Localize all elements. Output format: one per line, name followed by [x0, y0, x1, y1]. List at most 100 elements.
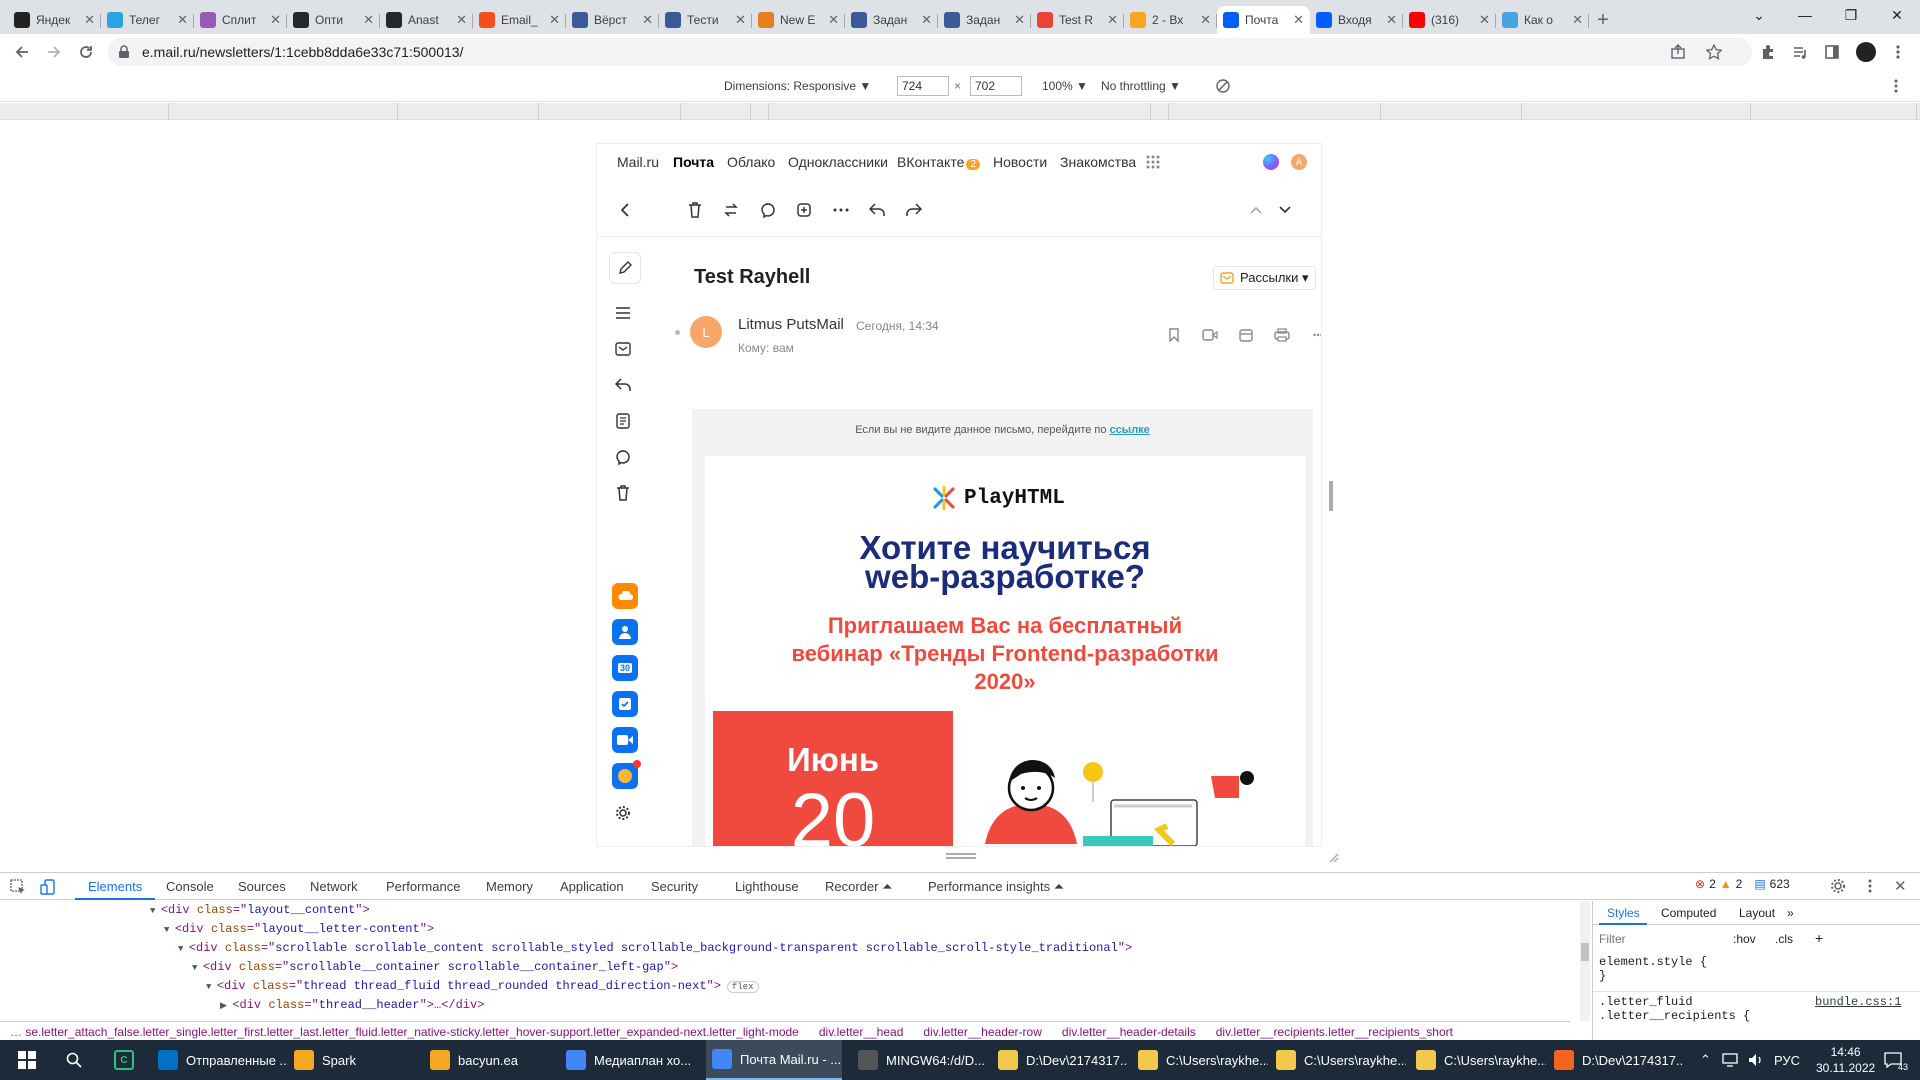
- tab-close-icon[interactable]: ✕: [363, 12, 374, 28]
- nav-oblako[interactable]: Облако: [727, 154, 775, 170]
- dom-node[interactable]: ▼ <div class="thread thread_fluid thread…: [206, 977, 759, 995]
- maximize-icon[interactable]: ❐: [1828, 0, 1874, 30]
- viewport-resize-right-handle[interactable]: [1329, 481, 1333, 511]
- device-toggle-icon[interactable]: [40, 879, 56, 895]
- delete-icon[interactable]: [683, 198, 707, 222]
- taskbar-item[interactable]: MINGW64:/d/D...: [852, 1040, 988, 1080]
- issue-counters[interactable]: ⊗ 2 ▲ 2 ▤ 623: [1695, 877, 1790, 891]
- browser-tab[interactable]: Как о ✕: [1496, 6, 1589, 34]
- tab-close-icon[interactable]: ✕: [1479, 12, 1490, 28]
- contacts-app-icon[interactable]: [612, 619, 638, 645]
- breadcrumb-item[interactable]: div.letter__head: [819, 1025, 904, 1039]
- rule-source-link[interactable]: bundle.css:1: [1815, 995, 1901, 1009]
- taskbar-item[interactable]: C:\Users\raykhe...: [1410, 1040, 1546, 1080]
- viewport-resize-bottom-handle[interactable]: [946, 853, 976, 859]
- tab-close-icon[interactable]: ✕: [177, 12, 188, 28]
- flex-badge[interactable]: flex: [726, 981, 759, 993]
- cloud-app-icon[interactable]: [612, 583, 638, 609]
- folder-dropdown[interactable]: Рассылки ▾: [1213, 266, 1316, 290]
- spam-folder-icon[interactable]: [609, 443, 637, 471]
- browser-tab[interactable]: Сплит ✕: [194, 6, 287, 34]
- styles-filter-input[interactable]: [1599, 930, 1729, 948]
- devtools-tab[interactable]: Sources: [238, 879, 286, 894]
- tab-close-icon[interactable]: ✕: [828, 12, 839, 28]
- compose-icon[interactable]: [609, 252, 641, 284]
- calendar-app-icon[interactable]: 30: [612, 655, 638, 681]
- newsletters-icon[interactable]: [609, 335, 637, 363]
- drafts-icon[interactable]: [609, 407, 637, 435]
- trash-icon[interactable]: [609, 479, 637, 507]
- element-style-rule[interactable]: element.style {}: [1599, 955, 1707, 983]
- video-icon[interactable]: [1199, 324, 1221, 346]
- device-more-icon[interactable]: [1894, 76, 1898, 96]
- devtools-tab[interactable]: Performance: [386, 879, 460, 894]
- apps-grid-icon[interactable]: [1145, 154, 1161, 170]
- letter-recipients-rule[interactable]: .letter_fluid .letter__recipients {: [1599, 995, 1750, 1023]
- viewport-resize-corner-handle[interactable]: [1327, 851, 1339, 863]
- breadcrumb-item[interactable]: div.letter__header-details: [1062, 1025, 1196, 1039]
- url-text[interactable]: e.mail.ru/newsletters/1:1cebb8dda6e33c71…: [142, 44, 463, 60]
- dom-node[interactable]: ▼ <div class="layout__letter-content">: [164, 920, 434, 938]
- new-rule-icon[interactable]: +: [1815, 930, 1823, 946]
- devtools-tab[interactable]: Application: [560, 879, 624, 894]
- tab-close-icon[interactable]: ✕: [642, 12, 653, 28]
- browser-tab[interactable]: New E ✕: [752, 6, 845, 34]
- tab-close-icon[interactable]: ✕: [921, 12, 932, 28]
- volume-icon[interactable]: [1742, 1040, 1770, 1080]
- taskbar-item[interactable]: Spark: [288, 1040, 424, 1080]
- taskbar-item[interactable]: Отправленные ...: [152, 1040, 288, 1080]
- lock-icon[interactable]: [118, 45, 130, 59]
- devtools-settings-icon[interactable]: [1830, 878, 1846, 894]
- notifications-icon[interactable]: 43: [1878, 1040, 1908, 1080]
- browser-menu-icon[interactable]: [1882, 36, 1914, 68]
- cls-toggle[interactable]: .cls: [1775, 932, 1793, 946]
- media-icon[interactable]: [1784, 36, 1816, 68]
- clock[interactable]: 14:46 30.11.2022: [1810, 1040, 1881, 1080]
- browser-tab[interactable]: Email_ ✕: [473, 6, 566, 34]
- tab-close-icon[interactable]: ✕: [735, 12, 746, 28]
- expand-arrow-icon[interactable]: ▼: [206, 982, 217, 992]
- breadcrumb-item[interactable]: div.letter__recipients.letter__recipient…: [1216, 1025, 1453, 1039]
- tab-close-icon[interactable]: ✕: [1107, 12, 1118, 28]
- browser-tab[interactable]: Вёрст ✕: [566, 6, 659, 34]
- expand-arrow-icon[interactable]: ▼: [164, 925, 175, 935]
- next-letter-icon[interactable]: [1273, 198, 1297, 222]
- expand-arrow-icon[interactable]: ▼: [150, 906, 161, 916]
- browser-tab[interactable]: Телег ✕: [101, 6, 194, 34]
- back-icon[interactable]: [6, 36, 38, 68]
- bookmark-icon[interactable]: [1163, 324, 1185, 346]
- settings-gear-icon[interactable]: [609, 799, 637, 827]
- tray-chevron-icon[interactable]: ⌃: [1694, 1040, 1717, 1080]
- taskbar-item[interactable]: C:\Users\raykhe...: [1270, 1040, 1406, 1080]
- start-button[interactable]: [12, 1040, 42, 1080]
- throttling-dropdown[interactable]: No throttling ▼: [1101, 76, 1181, 96]
- playhtml-logo[interactable]: PlayHTML: [932, 486, 1065, 510]
- zoom-dropdown[interactable]: 100% ▼: [1042, 76, 1088, 96]
- expand-arrow-icon[interactable]: ▼: [178, 944, 189, 954]
- breadcrumb-item[interactable]: se.letter_attach_false.letter_single.let…: [25, 1025, 799, 1039]
- tab-close-icon[interactable]: ✕: [1014, 12, 1025, 28]
- tab-close-icon[interactable]: ✕: [1386, 12, 1397, 28]
- browser-tab[interactable]: Яндек ✕: [8, 6, 101, 34]
- dimensions-dropdown[interactable]: Dimensions: Responsive ▼: [724, 76, 871, 96]
- reply-icon[interactable]: [865, 198, 889, 222]
- media-query-ruler[interactable]: [0, 103, 1920, 120]
- window-close-icon[interactable]: ✕: [1874, 0, 1920, 30]
- taskbar-item[interactable]: C:\Users\raykhe...: [1132, 1040, 1268, 1080]
- profile-avatar[interactable]: [1850, 36, 1882, 68]
- tab-close-icon[interactable]: ✕: [549, 12, 560, 28]
- tab-close-icon[interactable]: ✕: [456, 12, 467, 28]
- devtools-tab[interactable]: Memory: [486, 879, 533, 894]
- inspect-element-icon[interactable]: [10, 879, 26, 895]
- prev-letter-icon[interactable]: [1244, 198, 1268, 222]
- devtools-more-icon[interactable]: [1868, 878, 1872, 894]
- styles-tab[interactable]: Styles: [1607, 906, 1640, 920]
- calendar-icon[interactable]: [1235, 324, 1257, 346]
- video-call-app-icon[interactable]: [612, 727, 638, 753]
- share-icon[interactable]: [1670, 44, 1686, 60]
- dom-scrollbar[interactable]: [1580, 901, 1590, 1021]
- tab-close-icon[interactable]: ✕: [270, 12, 281, 28]
- browser-tab[interactable]: Входя ✕: [1310, 6, 1403, 34]
- breadcrumb-item[interactable]: div.letter__header-row: [923, 1025, 1042, 1039]
- marusia-icon[interactable]: [1263, 154, 1279, 170]
